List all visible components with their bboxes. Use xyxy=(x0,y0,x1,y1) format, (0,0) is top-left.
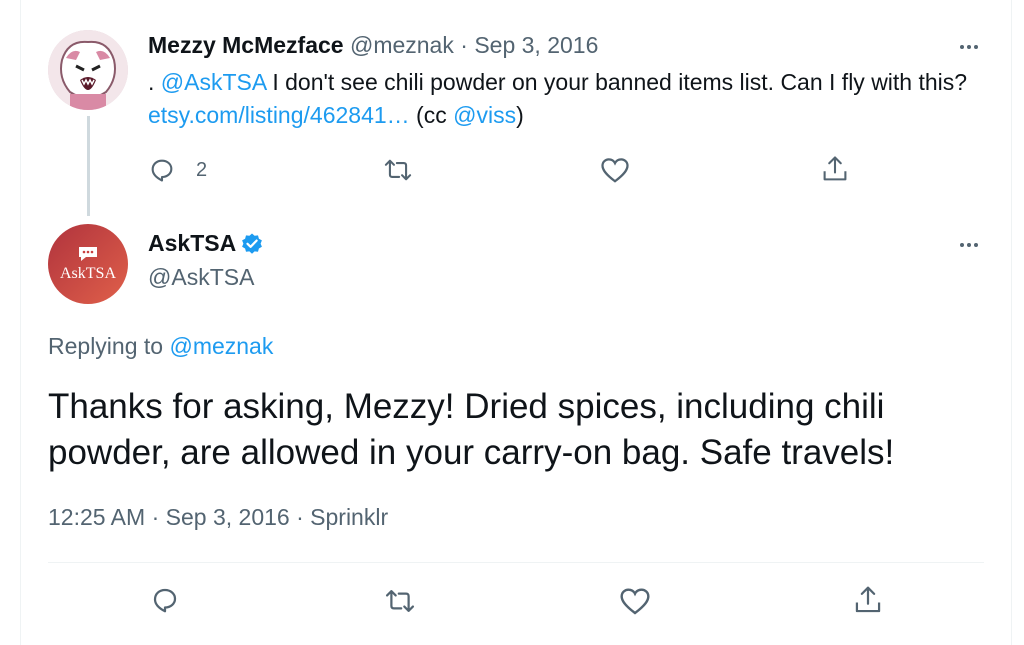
main-more-button[interactable] xyxy=(954,230,984,260)
retweet-button[interactable] xyxy=(383,156,413,184)
reply-tweet-header: Mezzy McMezface @meznak · Sep 3, 2016 xyxy=(148,32,598,59)
main-display-name[interactable]: AskTSA xyxy=(148,230,236,257)
main-tweet-text: Thanks for asking, Mezzy! Dried spices, … xyxy=(48,387,895,472)
avatar-label: AskTSA xyxy=(59,265,116,282)
action-bar-divider xyxy=(48,562,984,563)
main-handle[interactable]: @AskTSA xyxy=(148,264,254,291)
meta-separator-1: · xyxy=(151,504,160,530)
replying-to: Replying to @meznak xyxy=(48,333,273,360)
main-retweet-button[interactable] xyxy=(384,586,416,616)
reply-handle[interactable]: @meznak xyxy=(350,32,454,58)
mention-viss-link[interactable]: @viss xyxy=(453,102,516,128)
mention-asktsa-link[interactable]: @AskTSA xyxy=(161,69,266,95)
share-icon xyxy=(823,156,847,181)
replying-to-handle[interactable]: @meznak xyxy=(169,333,273,359)
share-button[interactable] xyxy=(821,154,849,184)
more-icon xyxy=(960,45,964,49)
verified-badge-icon xyxy=(242,233,263,254)
tweet-source[interactable]: Sprinklr xyxy=(310,504,388,530)
reply-date[interactable]: Sep 3, 2016 xyxy=(474,32,598,58)
mezzy-avatar[interactable] xyxy=(48,30,128,110)
main-tweet-header: AskTSA xyxy=(148,230,264,257)
reply-text-cc: (cc xyxy=(409,102,454,128)
main-share-button[interactable] xyxy=(853,584,883,616)
reply-icon xyxy=(153,588,177,613)
replying-to-label: Replying to xyxy=(48,333,170,359)
tweet-date[interactable]: Sep 3, 2016 xyxy=(166,504,290,530)
retweet-icon xyxy=(384,159,412,181)
thread-connector-line xyxy=(87,116,90,216)
like-button[interactable] xyxy=(600,156,630,184)
retweet-icon xyxy=(385,590,415,612)
etsy-link[interactable]: etsy.com/listing/462841… xyxy=(148,102,410,128)
reply-text-prefix: . xyxy=(148,69,161,95)
main-like-button[interactable] xyxy=(619,586,651,616)
like-icon xyxy=(620,588,650,615)
reply-text-body: I don't see chili powder on your banned … xyxy=(265,69,968,95)
asktsa-avatar[interactable]: AskTSA xyxy=(48,224,128,304)
reply-text-close: ) xyxy=(516,102,524,128)
main-reply-button[interactable] xyxy=(150,585,180,615)
meta-separator-2: · xyxy=(296,504,304,530)
reply-icon xyxy=(151,159,173,182)
reply-button[interactable]: 2 xyxy=(148,156,207,184)
chat-bubble-icon xyxy=(79,247,97,261)
tweet-time[interactable]: 12:25 AM xyxy=(48,504,145,530)
more-icon xyxy=(960,243,964,247)
reply-more-button[interactable] xyxy=(954,32,984,62)
reply-display-name[interactable]: Mezzy McMezface xyxy=(148,32,344,58)
share-icon xyxy=(855,586,881,613)
reply-count: 2 xyxy=(196,158,208,181)
like-icon xyxy=(601,158,629,183)
main-tweet-meta: 12:25 AM · Sep 3, 2016 · Sprinklr xyxy=(48,504,388,531)
reply-separator: · xyxy=(460,32,468,58)
reply-tweet-text: . @AskTSA I don't see chili powder on yo… xyxy=(148,66,988,132)
